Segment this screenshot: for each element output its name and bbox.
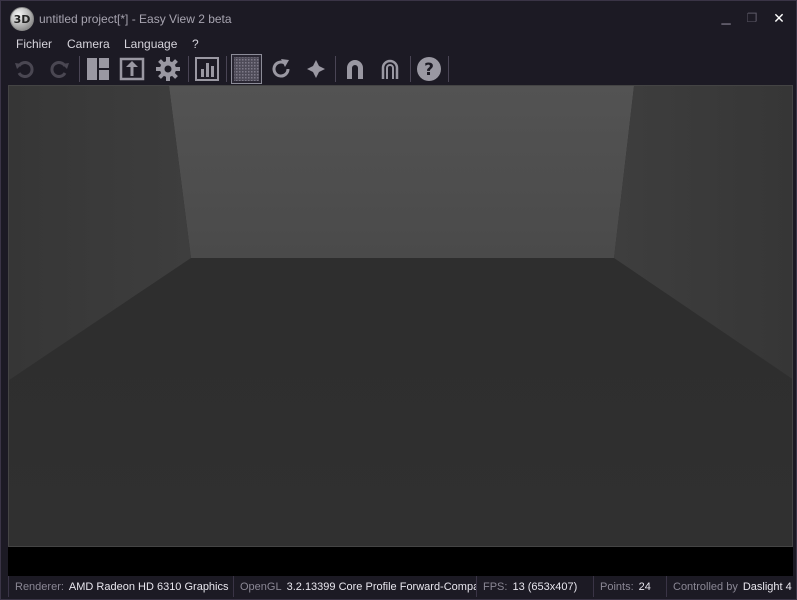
toolbar-separator bbox=[79, 56, 80, 82]
toolbar-separator bbox=[335, 56, 336, 82]
points-label: Points: bbox=[600, 580, 634, 593]
redo-button[interactable] bbox=[46, 55, 74, 83]
3d-viewport[interactable] bbox=[8, 85, 793, 547]
light-button[interactable] bbox=[302, 55, 330, 83]
toolbar-separator bbox=[226, 56, 227, 82]
refresh-button[interactable] bbox=[267, 55, 295, 83]
fps-label: FPS: bbox=[483, 580, 508, 593]
controlled-value: Daslight 4 bbox=[742, 580, 792, 593]
points-value: 24 bbox=[638, 580, 651, 593]
toolbar-separator bbox=[448, 56, 449, 82]
gear-icon bbox=[156, 57, 180, 81]
refresh-icon bbox=[272, 59, 290, 78]
toolbar-separator bbox=[410, 56, 411, 82]
status-fps: FPS: 13 (653x407) bbox=[477, 576, 594, 597]
fps-value: 13 (653x407) bbox=[512, 580, 578, 593]
room-scene bbox=[9, 86, 792, 546]
layout-icon bbox=[87, 58, 109, 80]
status-points: Points: 24 bbox=[594, 576, 667, 597]
menu-help[interactable]: ? bbox=[192, 37, 199, 51]
layout-button[interactable] bbox=[84, 55, 112, 83]
redo-icon bbox=[50, 61, 69, 78]
opengl-value: 3.2.13399 Core Profile Forward-Compa bbox=[286, 580, 477, 593]
window-title: untitled project[*] - Easy View 2 beta bbox=[39, 12, 232, 26]
maximize-button[interactable]: ❐ bbox=[743, 9, 761, 27]
toolbar: ? bbox=[1, 53, 796, 85]
stats-button[interactable] bbox=[193, 55, 221, 83]
menu-language[interactable]: Language bbox=[124, 37, 177, 51]
magnet-button[interactable] bbox=[341, 55, 369, 83]
close-button[interactable]: ✕ bbox=[770, 9, 788, 27]
app-window: 3D untitled project[*] - Easy View 2 bet… bbox=[0, 0, 797, 600]
title-bar[interactable]: 3D untitled project[*] - Easy View 2 bet… bbox=[1, 1, 796, 35]
renderer-label: Renderer: bbox=[15, 580, 64, 593]
magnet-outline-button[interactable] bbox=[376, 55, 404, 83]
opengl-label: OpenGL bbox=[240, 580, 282, 593]
viewport-bottom-band bbox=[8, 547, 793, 576]
minimize-button[interactable]: ▁ bbox=[717, 9, 735, 27]
light-icon bbox=[307, 60, 325, 78]
menu-bar: Fichier Camera Language ? bbox=[1, 35, 796, 53]
menu-camera[interactable]: Camera bbox=[67, 37, 110, 51]
export-button[interactable] bbox=[118, 55, 146, 83]
magnet-icon bbox=[347, 60, 363, 79]
status-opengl: OpenGL 3.2.13399 Core Profile Forward-Co… bbox=[234, 576, 477, 597]
texture-icon bbox=[234, 57, 259, 81]
controlled-label: Controlled by bbox=[673, 580, 738, 593]
status-controlled-by: Controlled by Daslight 4 bbox=[667, 576, 793, 597]
undo-button[interactable] bbox=[10, 55, 38, 83]
chart-icon bbox=[195, 57, 219, 81]
svg-text:?: ? bbox=[424, 60, 434, 80]
status-bar: Renderer: AMD Radeon HD 6310 Graphics Op… bbox=[8, 576, 793, 597]
export-icon bbox=[119, 57, 145, 81]
help-icon: ? bbox=[417, 57, 441, 81]
status-renderer: Renderer: AMD Radeon HD 6310 Graphics bbox=[8, 576, 234, 597]
back-wall bbox=[169, 86, 634, 258]
toolbar-separator bbox=[188, 56, 189, 82]
help-button[interactable]: ? bbox=[415, 55, 443, 83]
magnet-outline-icon bbox=[381, 59, 399, 79]
app-logo: 3D bbox=[10, 7, 34, 31]
texture-button[interactable] bbox=[231, 54, 262, 84]
menu-fichier[interactable]: Fichier bbox=[16, 37, 52, 51]
undo-icon bbox=[15, 61, 34, 78]
renderer-value: AMD Radeon HD 6310 Graphics bbox=[68, 580, 229, 593]
settings-button[interactable] bbox=[154, 55, 182, 83]
